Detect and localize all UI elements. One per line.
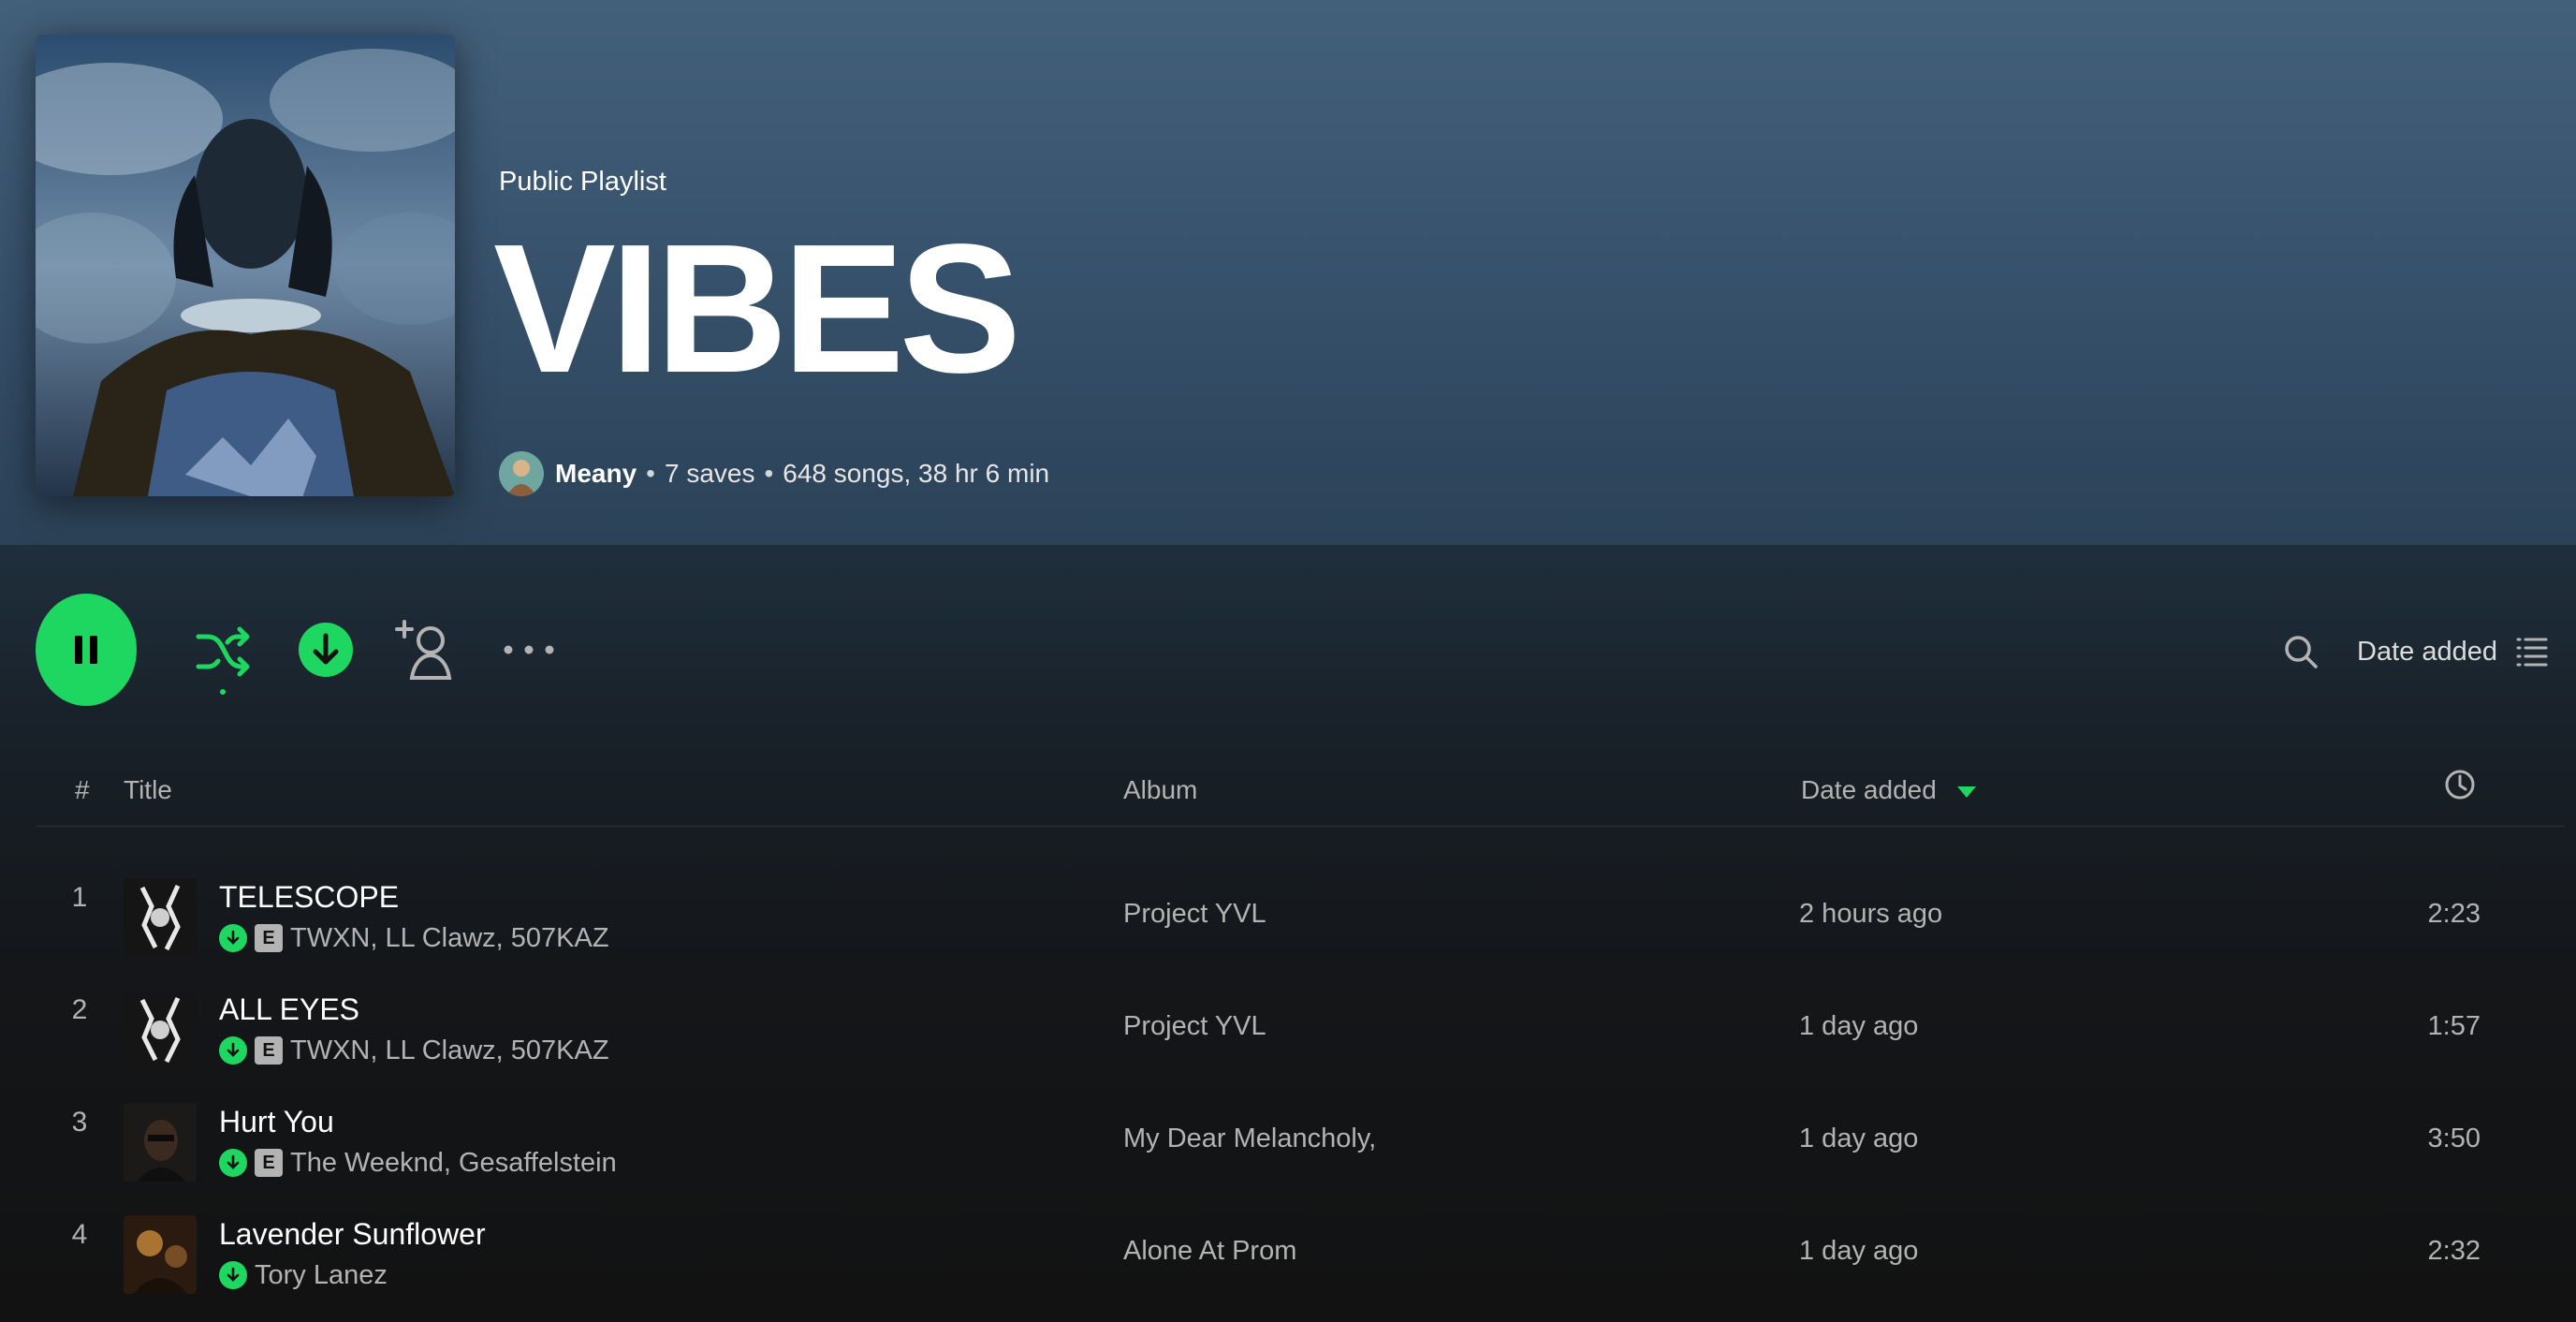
tracklist: 1 TELESCOPE E TWXN, LL Clawz, 507KAZ Pro… xyxy=(36,843,2565,1294)
clock-icon xyxy=(2445,770,2475,800)
track-subline: Tory Lanez xyxy=(219,1258,388,1292)
owner-avatar[interactable] xyxy=(499,451,544,496)
column-date-added-label: Date added xyxy=(1801,775,1937,804)
playlist-cover-image[interactable] xyxy=(36,35,455,496)
track-artwork xyxy=(124,1103,197,1182)
list-controls: Date added xyxy=(2282,625,2548,678)
downloaded-icon xyxy=(219,1036,247,1065)
downloaded-icon xyxy=(219,1149,247,1177)
track-album[interactable]: Project YVL xyxy=(1123,1011,1266,1042)
track-number: 2 xyxy=(71,994,88,1025)
track-date-added: 1 day ago xyxy=(1799,1011,1919,1041)
track-title[interactable]: TELESCOPE xyxy=(219,880,399,915)
saves-count: 7 saves xyxy=(664,459,755,488)
playlist-stats: 648 songs, 38 hr 6 min xyxy=(783,459,1050,488)
track-duration: 1:57 xyxy=(2427,1011,2481,1041)
playlist-type-label: Public Playlist xyxy=(499,167,666,197)
track-album[interactable]: Project YVL xyxy=(1123,899,1266,930)
meta-separator: • xyxy=(646,459,655,488)
pause-icon xyxy=(75,636,97,664)
track-duration: 2:32 xyxy=(2427,1236,2481,1266)
table-row[interactable]: 2 ALL EYES E TWXN, LL Clawz, 507KAZ Proj… xyxy=(36,955,2565,1069)
download-icon xyxy=(299,623,353,677)
column-date-added[interactable]: Date added xyxy=(1801,775,1978,805)
column-number[interactable]: # xyxy=(75,775,90,805)
track-artists[interactable]: TWXN, LL Clawz, 507KAZ xyxy=(290,1036,609,1066)
track-number: 1 xyxy=(71,882,88,913)
download-button[interactable] xyxy=(298,622,354,678)
downloaded-icon xyxy=(219,1261,247,1289)
owner-name-link[interactable]: Meany xyxy=(555,459,637,489)
table-row[interactable]: 1 TELESCOPE E TWXN, LL Clawz, 507KAZ Pro… xyxy=(36,843,2565,957)
track-title[interactable]: Lavender Sunflower xyxy=(219,1217,486,1252)
column-album[interactable]: Album xyxy=(1123,775,1197,805)
track-subline: E The Weeknd, Gesaffelstein xyxy=(219,1146,617,1180)
track-date-added: 1 day ago xyxy=(1799,1236,1919,1266)
track-duration: 2:23 xyxy=(2427,899,2481,929)
column-title[interactable]: Title xyxy=(124,775,172,805)
table-row[interactable]: 3 Hurt You E The Weeknd, Gesaffelstein M… xyxy=(36,1067,2565,1182)
meta-separator: • xyxy=(764,459,774,488)
more-options-button[interactable] xyxy=(498,631,560,668)
track-artwork xyxy=(124,991,197,1069)
invite-collaborator-button[interactable] xyxy=(393,616,461,683)
track-subline: E TWXN, LL Clawz, 507KAZ xyxy=(219,921,609,955)
playlist-meta: Meany • 7 saves • 648 songs, 38 hr 6 min xyxy=(499,451,1049,496)
shuffle-active-indicator xyxy=(220,689,226,695)
pause-button[interactable] xyxy=(36,594,137,706)
view-toggle-button[interactable] xyxy=(2514,635,2548,668)
sort-descending-icon xyxy=(1956,786,1976,798)
search-in-playlist-button[interactable] xyxy=(2282,633,2320,670)
downloaded-icon xyxy=(219,924,247,952)
track-artwork xyxy=(124,878,197,957)
track-artists[interactable]: Tory Lanez xyxy=(255,1260,388,1291)
track-album[interactable]: My Dear Melancholy, xyxy=(1123,1124,1376,1154)
column-duration[interactable] xyxy=(2443,768,2477,808)
more-options-icon xyxy=(504,645,554,654)
track-title[interactable]: Hurt You xyxy=(219,1105,334,1139)
add-collaborator-icon xyxy=(395,620,452,680)
track-artists[interactable]: The Weeknd, Gesaffelstein xyxy=(290,1148,617,1179)
action-bar: Date added xyxy=(0,590,2576,712)
explicit-badge: E xyxy=(255,924,283,952)
track-number: 3 xyxy=(71,1107,88,1138)
track-date-added: 2 hours ago xyxy=(1799,899,1943,929)
search-icon xyxy=(2285,636,2318,668)
shuffle-icon xyxy=(196,626,250,677)
sort-dropdown-label[interactable]: Date added xyxy=(2357,637,2497,668)
track-number: 4 xyxy=(71,1219,88,1250)
explicit-badge: E xyxy=(255,1036,283,1065)
track-artists[interactable]: TWXN, LL Clawz, 507KAZ xyxy=(290,923,609,954)
track-title[interactable]: ALL EYES xyxy=(219,992,359,1027)
track-duration: 3:50 xyxy=(2427,1124,2481,1153)
track-date-added: 1 day ago xyxy=(1799,1124,1919,1153)
list-view-icon xyxy=(2516,638,2548,667)
tracklist-header: # Title Album Date added xyxy=(36,749,2565,827)
shuffle-button[interactable] xyxy=(193,622,253,682)
table-row[interactable]: 4 Lavender Sunflower Tory Lanez Alone At… xyxy=(36,1180,2565,1294)
explicit-badge: E xyxy=(255,1149,283,1177)
track-album[interactable]: Alone At Prom xyxy=(1123,1236,1296,1267)
playlist-title: VIBES xyxy=(493,206,1021,411)
track-artwork xyxy=(124,1215,197,1294)
track-subline: E TWXN, LL Clawz, 507KAZ xyxy=(219,1034,609,1067)
